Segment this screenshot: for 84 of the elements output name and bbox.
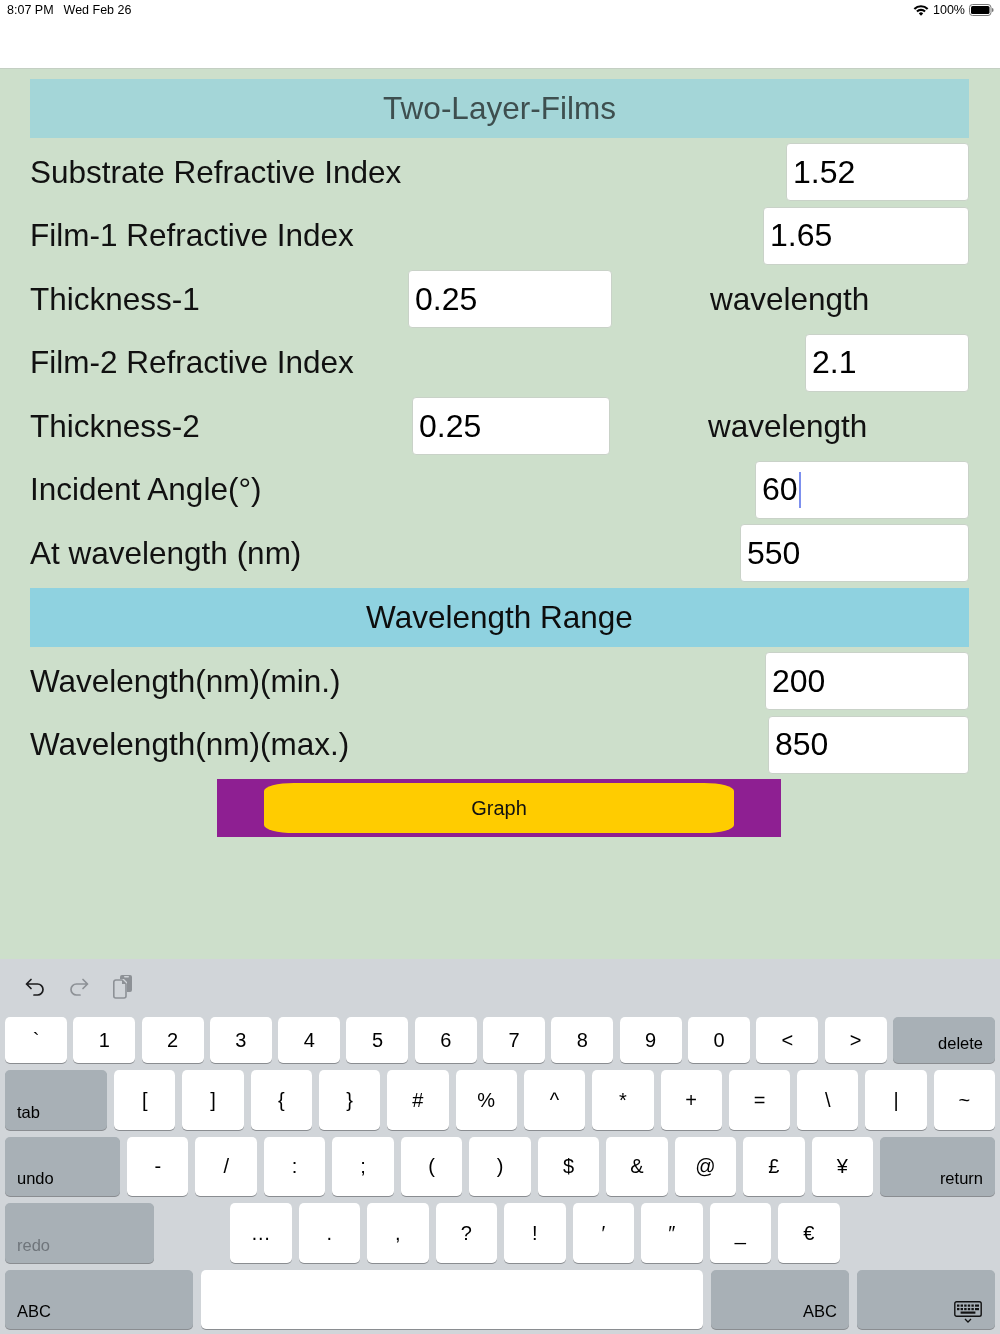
input-field[interactable]: 850 <box>768 715 969 774</box>
keyboard-key[interactable]: @ <box>674 1136 737 1197</box>
keyboard-key[interactable]: { <box>250 1070 312 1130</box>
dismiss-keyboard-button[interactable] <box>857 1269 995 1330</box>
input-field[interactable]: 1.52 <box>786 143 969 202</box>
keyboard-key[interactable]: [ <box>114 1070 176 1130</box>
field-label: Substrate Refractive Index <box>30 153 402 191</box>
field-label: Thickness-1 <box>30 280 201 318</box>
status-date: Wed Feb 26 <box>63 3 132 17</box>
keyboard-key[interactable]: _ <box>709 1203 771 1263</box>
keyboard-key[interactable]: ′ <box>572 1203 634 1263</box>
keyboard-key[interactable]: 5 <box>346 1017 409 1064</box>
field-label: Film-2 Refractive Index <box>30 344 354 382</box>
keyboard-key[interactable]: undo <box>5 1136 120 1197</box>
field-label: Wavelength(nm)(min.) <box>30 662 341 700</box>
keyboard-key[interactable]: ~ <box>933 1070 996 1130</box>
keyboard-key[interactable]: tab <box>5 1070 107 1130</box>
page-title: Two-Layer-Films <box>30 78 969 138</box>
field-label: At wavelength (nm) <box>30 534 302 572</box>
keyboard-key[interactable]: 2 <box>141 1017 204 1064</box>
keyboard-key[interactable]: $ <box>537 1136 600 1197</box>
keyboard-key[interactable]: ; <box>332 1136 394 1197</box>
section-header: Wavelength Range <box>30 587 969 647</box>
keyboard-key[interactable]: ^ <box>523 1070 586 1130</box>
keyboard-key[interactable]: > <box>824 1017 887 1064</box>
keyboard-key[interactable]: ¥ <box>811 1136 873 1197</box>
keyboard-key[interactable]: ABC <box>711 1269 849 1330</box>
battery-icon <box>969 4 994 16</box>
keyboard-key[interactable]: # <box>387 1070 449 1130</box>
keyboard-key[interactable]: } <box>318 1070 381 1130</box>
keyboard-key[interactable]: 0 <box>687 1017 750 1064</box>
field-label: Film-1 Refractive Index <box>30 217 354 255</box>
keyboard-key[interactable]: delete <box>892 1017 995 1064</box>
keyboard-key[interactable]: 6 <box>414 1017 477 1064</box>
keyboard-key[interactable]: & <box>606 1136 668 1197</box>
input-field[interactable]: 550 <box>740 524 969 583</box>
keyboard-key[interactable]: ) <box>469 1136 531 1197</box>
keyboard-key[interactable]: - <box>127 1136 189 1197</box>
keyboard-key[interactable]: % <box>455 1070 517 1130</box>
input-field[interactable]: 2.1 <box>805 333 969 392</box>
input-field[interactable]: 1.65 <box>763 206 969 265</box>
keyboard-key[interactable]: return <box>880 1136 995 1197</box>
status-time: 8:07 PM <box>7 3 54 17</box>
keyboard-key[interactable]: ( <box>400 1136 463 1197</box>
battery-percent: 100% <box>933 3 965 17</box>
keyboard-key[interactable]: £ <box>743 1136 805 1197</box>
keyboard-key[interactable]: * <box>592 1070 654 1130</box>
keyboard-key[interactable]: ` <box>5 1017 67 1064</box>
keyboard-key[interactable]: + <box>660 1070 722 1130</box>
keyboard-key[interactable]: \ <box>797 1070 859 1130</box>
keyboard-key[interactable]: ] <box>182 1070 244 1130</box>
keyboard-key[interactable]: , <box>367 1203 429 1263</box>
keyboard-key[interactable]: 1 <box>73 1017 136 1064</box>
keyboard-key[interactable]: : <box>263 1136 326 1197</box>
keyboard-key[interactable]: 4 <box>278 1017 341 1064</box>
keyboard-key[interactable]: € <box>778 1203 840 1263</box>
unit-label: wavelength <box>708 407 868 445</box>
wifi-icon <box>913 4 929 16</box>
keyboard-key[interactable]: ! <box>504 1203 566 1263</box>
input-field[interactable]: 200 <box>765 652 969 711</box>
space-bar[interactable] <box>201 1269 703 1330</box>
unit-label: wavelength <box>710 280 870 318</box>
input-field[interactable]: 0.25 <box>412 397 610 456</box>
keyboard-key[interactable]: / <box>195 1136 257 1197</box>
input-field[interactable]: 0.25 <box>408 270 612 329</box>
field-label: Incident Angle(°) <box>30 471 262 509</box>
keyboard-key[interactable]: 3 <box>209 1017 272 1064</box>
keyboard-key[interactable]: | <box>865 1070 927 1130</box>
graph-button[interactable]: Graph <box>264 783 734 834</box>
input-field[interactable]: 60 <box>755 460 969 519</box>
keyboard-key[interactable]: 8 <box>551 1017 614 1064</box>
keyboard-key[interactable]: ? <box>435 1203 497 1263</box>
keyboard-key[interactable]: … <box>230 1203 292 1263</box>
keyboard-icon <box>954 1301 982 1324</box>
keyboard-key[interactable]: 7 <box>483 1017 546 1064</box>
keyboard-key[interactable]: . <box>298 1203 360 1263</box>
keyboard-key[interactable]: ″ <box>641 1203 703 1263</box>
undo-icon[interactable] <box>25 977 45 996</box>
keyboard-key[interactable]: ABC <box>5 1269 193 1330</box>
field-label: Wavelength(nm)(max.) <box>30 726 350 764</box>
keyboard-key[interactable]: = <box>728 1070 791 1130</box>
keyboard-key[interactable]: < <box>756 1017 819 1064</box>
field-label: Thickness-2 <box>30 407 201 445</box>
keyboard-key[interactable]: 9 <box>619 1017 682 1064</box>
